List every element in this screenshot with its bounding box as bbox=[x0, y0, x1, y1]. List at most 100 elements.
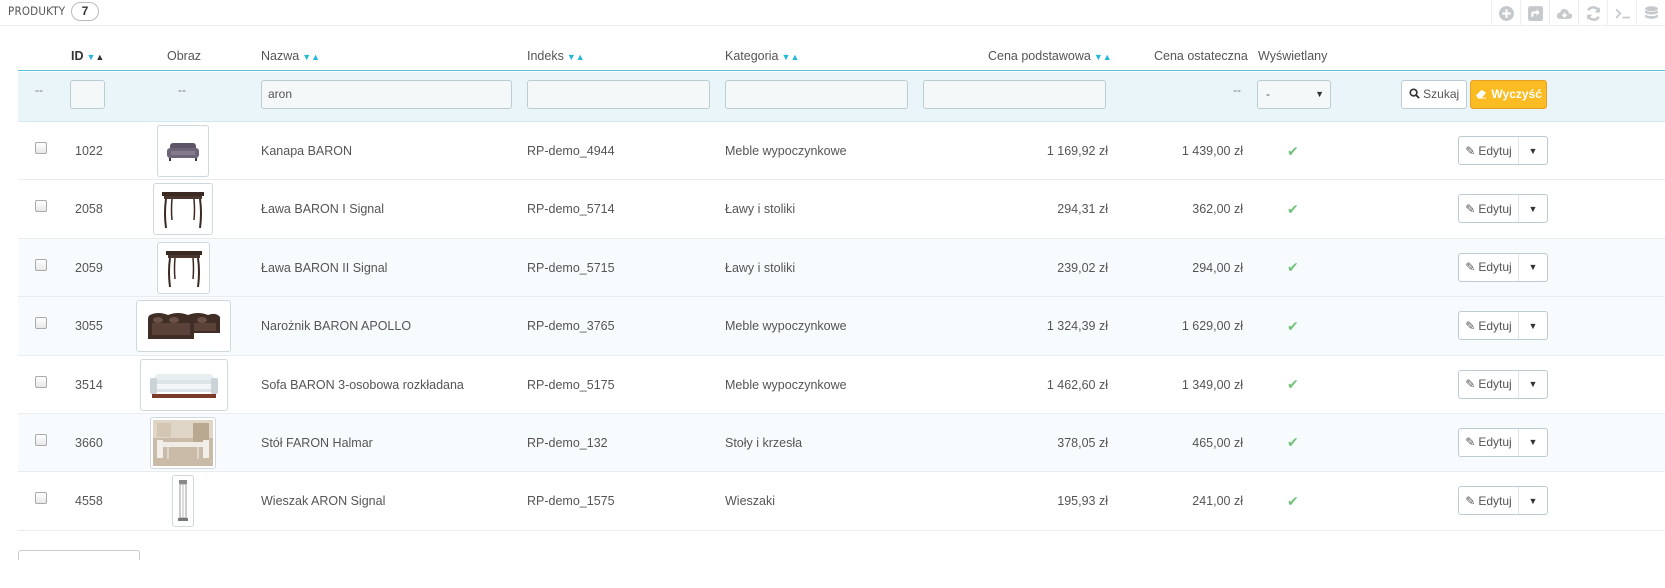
active-check-icon[interactable]: ✔ bbox=[1287, 414, 1299, 472]
table-row: 3660 Stół FARON Halmar RP-demo_132 Stoły… bbox=[18, 413, 1665, 473]
table-row: 3514 Sofa BARON 3-osobowa rozkładana RP-… bbox=[18, 355, 1665, 414]
bulk-actions-button[interactable] bbox=[18, 550, 140, 560]
refresh-icon[interactable] bbox=[1578, 0, 1607, 26]
product-thumbnail[interactable] bbox=[136, 300, 231, 353]
edit-button[interactable]: ✎ Edytuj bbox=[1459, 195, 1519, 223]
edit-button[interactable]: ✎ Edytuj bbox=[1459, 312, 1519, 340]
row-category: Wieszaki bbox=[725, 494, 776, 509]
pencil-icon: ✎ bbox=[1465, 318, 1476, 333]
filter-category-input[interactable] bbox=[725, 80, 908, 109]
row-final-price: 465,00 zł bbox=[1192, 435, 1243, 450]
filter-id-input[interactable] bbox=[70, 80, 105, 109]
active-check-icon[interactable]: ✔ bbox=[1287, 356, 1299, 414]
product-thumbnail[interactable] bbox=[140, 358, 228, 411]
row-final-price: 1 629,00 zł bbox=[1181, 319, 1243, 334]
clear-filters-button[interactable]: Wyczyść bbox=[1470, 80, 1547, 109]
edit-dropdown-toggle[interactable]: ▼ bbox=[1519, 195, 1547, 222]
filter-base-price-input[interactable] bbox=[923, 80, 1106, 109]
toolbar bbox=[1491, 0, 1665, 26]
table-row: 2059 Ława BARON II Signal RP-demo_5715 Ł… bbox=[18, 238, 1665, 298]
panel-title: PRODUKTY bbox=[8, 4, 66, 18]
col-header-base-price[interactable]: Cena podstawowa ▼▲ bbox=[988, 49, 1112, 63]
table-image bbox=[165, 250, 202, 287]
col-header-name[interactable]: Nazwa ▼▲ bbox=[261, 49, 320, 63]
edit-button[interactable]: ✎ Edytuj bbox=[1459, 137, 1519, 164]
row-checkbox[interactable] bbox=[35, 258, 47, 271]
sort-icon[interactable]: ▼▲ bbox=[567, 52, 585, 62]
active-check-icon[interactable]: ✔ bbox=[1287, 122, 1299, 180]
row-name: Ława BARON I Signal bbox=[261, 202, 384, 217]
filter-bulk-dash: -- bbox=[35, 83, 43, 97]
product-thumbnail[interactable] bbox=[153, 183, 213, 236]
coat-stand-image bbox=[178, 480, 188, 522]
add-icon[interactable] bbox=[1491, 0, 1520, 26]
filter-name-input[interactable]: aron bbox=[261, 80, 512, 109]
active-check-icon[interactable]: ✔ bbox=[1287, 180, 1299, 238]
row-id: 4558 bbox=[75, 494, 103, 509]
filter-reference-input[interactable] bbox=[527, 80, 710, 109]
dining-room-image bbox=[153, 419, 213, 466]
product-thumbnail[interactable] bbox=[172, 475, 194, 528]
row-id: 2059 bbox=[75, 260, 103, 275]
pencil-icon: ✎ bbox=[1465, 377, 1476, 392]
edit-dropdown-toggle[interactable]: ▼ bbox=[1519, 254, 1547, 281]
sort-icon[interactable]: ▼▲ bbox=[302, 52, 320, 62]
filter-row: -- -- aron -- - ▼ Szukaj Wyczyść bbox=[18, 72, 1665, 122]
col-header-category[interactable]: Kategoria ▼▲ bbox=[725, 49, 799, 63]
export-icon[interactable] bbox=[1520, 0, 1549, 26]
edit-button-group: ✎ Edytuj ▼ bbox=[1458, 136, 1548, 165]
row-reference: RP-demo_5175 bbox=[527, 377, 615, 392]
sql-icon[interactable] bbox=[1607, 0, 1636, 26]
row-name: Kanapa BARON bbox=[261, 144, 353, 158]
pencil-icon: ✎ bbox=[1465, 143, 1476, 158]
edit-dropdown-toggle[interactable]: ▼ bbox=[1519, 429, 1547, 456]
product-thumbnail[interactable] bbox=[150, 416, 216, 469]
row-checkbox[interactable] bbox=[35, 142, 47, 154]
product-thumbnail[interactable] bbox=[157, 241, 210, 294]
edit-button[interactable]: ✎ Edytuj bbox=[1459, 253, 1519, 281]
row-checkbox[interactable] bbox=[35, 200, 47, 213]
row-id: 1022 bbox=[75, 144, 103, 158]
cloud-icon[interactable] bbox=[1549, 0, 1578, 26]
row-category: Meble wypoczynkowe bbox=[725, 319, 847, 334]
active-check-icon[interactable]: ✔ bbox=[1287, 472, 1299, 530]
row-checkbox[interactable] bbox=[35, 492, 47, 505]
pencil-icon: ✎ bbox=[1465, 493, 1476, 508]
table-image bbox=[162, 192, 204, 229]
edit-dropdown-toggle[interactable]: ▼ bbox=[1519, 137, 1547, 164]
active-check-icon[interactable]: ✔ bbox=[1287, 239, 1299, 297]
filter-active-select[interactable]: - ▼ bbox=[1257, 80, 1331, 109]
row-checkbox[interactable] bbox=[35, 433, 47, 446]
filter-image-dash: -- bbox=[178, 83, 186, 97]
row-base-price: 1 169,92 zł bbox=[1046, 144, 1108, 158]
row-category: Ławy i stoliki bbox=[725, 260, 796, 275]
row-name: Ława BARON II Signal bbox=[261, 260, 388, 275]
row-reference: RP-demo_5715 bbox=[527, 260, 615, 275]
row-category: Meble wypoczynkowe bbox=[725, 377, 847, 392]
edit-dropdown-toggle[interactable]: ▼ bbox=[1519, 371, 1547, 398]
sort-icon[interactable]: ▼▲ bbox=[1094, 52, 1112, 62]
row-final-price: 1 349,00 zł bbox=[1181, 377, 1243, 392]
active-check-icon[interactable]: ✔ bbox=[1287, 297, 1299, 355]
edit-button-group: ✎ Edytuj ▼ bbox=[1458, 311, 1548, 341]
row-final-price: 362,00 zł bbox=[1192, 202, 1243, 217]
table-row: 1022 Kanapa BARON RP-demo_4944 Meble wyp… bbox=[18, 122, 1665, 181]
edit-button[interactable]: ✎ Edytuj bbox=[1459, 370, 1519, 398]
col-header-reference[interactable]: Indeks ▼▲ bbox=[527, 49, 585, 63]
edit-button[interactable]: ✎ Edytuj bbox=[1459, 487, 1519, 515]
row-name: Wieszak ARON Signal bbox=[261, 494, 386, 509]
row-base-price: 195,93 zł bbox=[1057, 494, 1108, 509]
row-name: Narożnik BARON APOLLO bbox=[261, 319, 412, 334]
row-checkbox[interactable] bbox=[35, 317, 47, 330]
database-icon[interactable] bbox=[1636, 0, 1665, 26]
sort-icon[interactable]: ▼▲ bbox=[87, 52, 105, 62]
row-base-price: 239,02 zł bbox=[1057, 260, 1108, 275]
row-checkbox[interactable] bbox=[35, 375, 47, 388]
edit-dropdown-toggle[interactable]: ▼ bbox=[1519, 487, 1547, 514]
edit-button[interactable]: ✎ Edytuj bbox=[1459, 428, 1519, 456]
product-thumbnail[interactable] bbox=[157, 125, 209, 177]
search-button[interactable]: Szukaj bbox=[1401, 80, 1467, 109]
col-header-id[interactable]: ID ▼▲ bbox=[71, 49, 104, 63]
sort-icon[interactable]: ▼▲ bbox=[782, 52, 800, 62]
edit-dropdown-toggle[interactable]: ▼ bbox=[1519, 312, 1547, 339]
